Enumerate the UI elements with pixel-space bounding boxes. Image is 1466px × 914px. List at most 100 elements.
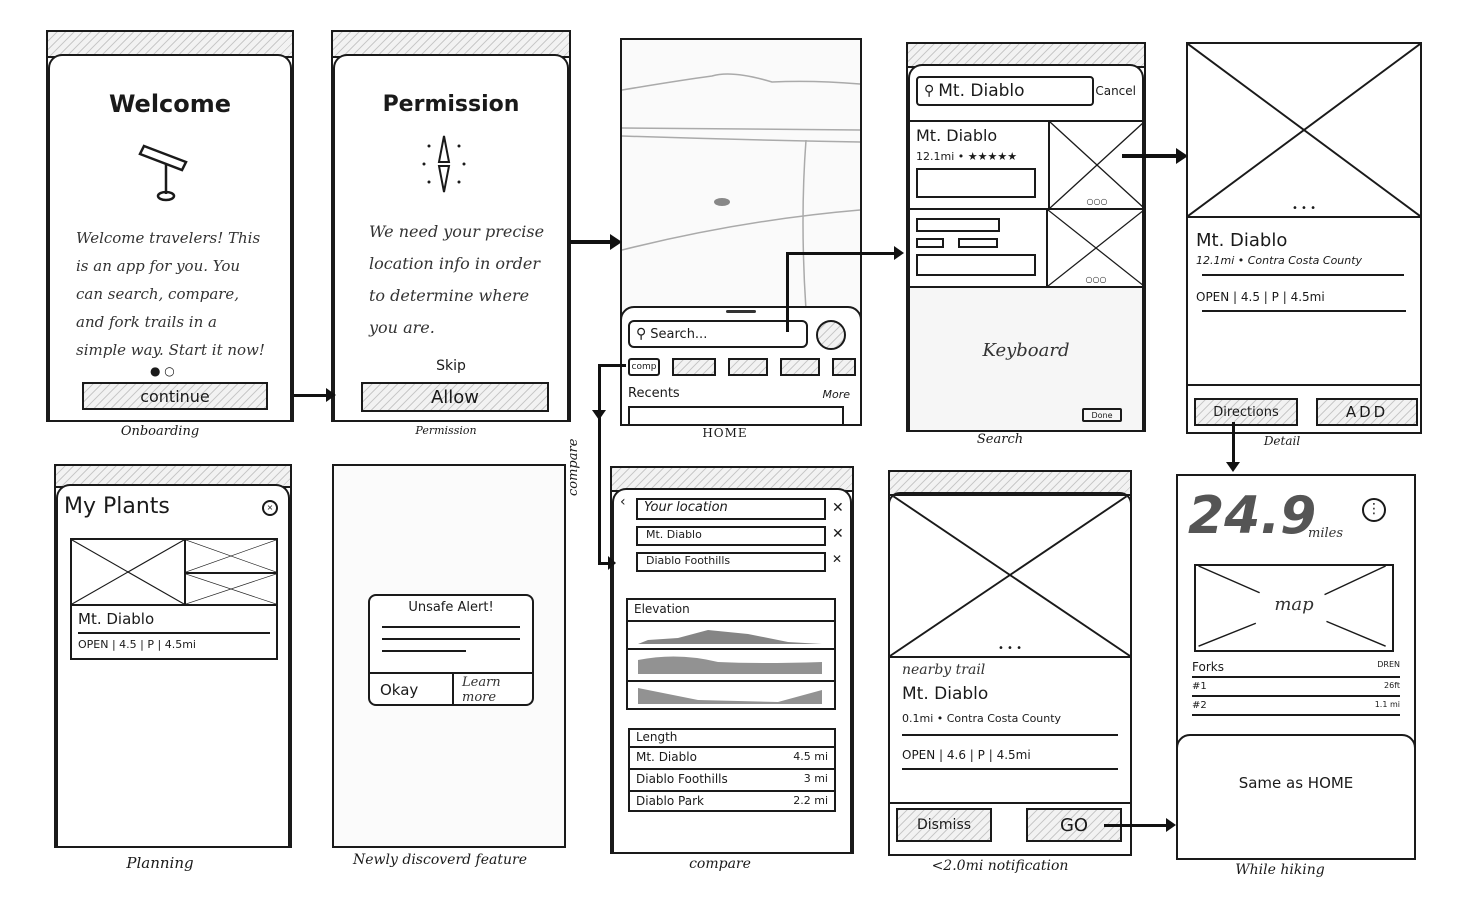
- plan-card[interactable]: Mt. Diablo OPEN | 4.5 | P | 4.5mi: [70, 538, 278, 660]
- arrow-head: [608, 556, 616, 570]
- fork-value: 1.1 mi: [1374, 700, 1400, 709]
- remove-icon[interactable]: ✕: [832, 552, 842, 566]
- alert-line: [382, 638, 520, 640]
- map-placeholder[interactable]: map: [1194, 564, 1394, 652]
- divider: [1202, 274, 1404, 276]
- more-options-icon[interactable]: ⋮: [1362, 498, 1386, 522]
- search-result-1[interactable]: Mt. Diablo 12.1mi • ★★★★★: [910, 120, 1050, 208]
- learn-more-button[interactable]: Learn more: [456, 674, 532, 706]
- length-row: Diablo Foothills 3 mi: [630, 768, 834, 788]
- screen-permission: Permission We need your precise location…: [331, 30, 571, 422]
- continue-button[interactable]: continue: [82, 382, 268, 410]
- chip-compare[interactable]: comp: [628, 358, 660, 376]
- hero-image-placeholder: • • •: [888, 492, 1132, 658]
- divider: [1186, 384, 1422, 386]
- search-placeholder: Search...: [650, 326, 708, 342]
- trail-length: 4.5 mi: [793, 750, 828, 763]
- caption-detail: Detail: [1263, 434, 1301, 448]
- hero-image-placeholder: • • •: [1186, 42, 1422, 218]
- sheet: Welcome Welcome travelers! This is an ap…: [48, 54, 292, 420]
- trail-name: Mt. Diablo: [1196, 230, 1288, 251]
- divider: [628, 648, 834, 650]
- flow-arrow: [570, 240, 612, 244]
- caption-permission: Permission: [415, 424, 477, 437]
- arrow-head: [610, 234, 622, 250]
- back-icon[interactable]: ‹: [620, 494, 626, 510]
- flow-arrow: [598, 364, 601, 564]
- arrow-head: [894, 246, 904, 260]
- alert-line: [382, 626, 520, 628]
- allow-button[interactable]: Allow: [361, 382, 549, 412]
- result-meta: 12.1mi • ★★★★★: [916, 150, 1018, 163]
- add-button[interactable]: ADD: [1316, 398, 1418, 426]
- flow-arrow: [1122, 154, 1178, 158]
- screen-hiking: 24.9 miles ⋮ map Forks DREN #1 26ft #2 1…: [1176, 474, 1416, 860]
- directions-button[interactable]: Directions: [1194, 398, 1298, 426]
- caption-onboarding: Onboarding: [120, 424, 200, 439]
- length-row: Mt. Diablo 4.5 mi: [630, 746, 834, 766]
- placeholder-line: [958, 238, 998, 248]
- chip[interactable]: [672, 358, 716, 376]
- card-stats: OPEN | 4.5 | P | 4.5mi: [78, 638, 196, 651]
- alert-title: Unsafe Alert!: [408, 600, 494, 615]
- result-image-placeholder: ○○○: [1048, 120, 1146, 210]
- location-input[interactable]: Your location: [636, 498, 826, 520]
- bottom-sheet: ⚲ Search... comp Recents More: [620, 306, 862, 426]
- carousel-dots: • • •: [1291, 203, 1317, 214]
- elevation-profile: [638, 688, 822, 704]
- arrow-head: [326, 388, 336, 402]
- arrow-head: [1166, 818, 1176, 832]
- recents-label: Recents: [628, 386, 680, 401]
- remove-icon[interactable]: ✕: [832, 500, 844, 516]
- image-placeholder: [184, 572, 278, 606]
- more-link[interactable]: More: [822, 388, 850, 401]
- permission-body: We need your precise location info in or…: [369, 222, 545, 337]
- caption-planning: Planning: [126, 854, 194, 872]
- drag-handle[interactable]: [726, 310, 756, 313]
- fork-row[interactable]: #2 1.1 mi: [1192, 697, 1400, 716]
- distance-unit: miles: [1308, 526, 1344, 541]
- telescope-icon: [138, 144, 188, 202]
- dismiss-button[interactable]: Dismiss: [896, 808, 992, 842]
- sheet: Permission We need your precise location…: [333, 54, 569, 420]
- sheet: ⚲ Mt. Diablo Cancel Mt. Diablo 12.1mi • …: [908, 64, 1146, 430]
- keyboard-label: Keyboard: [982, 340, 1070, 361]
- notification-label: nearby trail: [902, 662, 986, 678]
- location-input[interactable]: Mt. Diablo: [636, 526, 826, 546]
- location-input[interactable]: Diablo Foothills: [636, 552, 826, 572]
- keyboard-area[interactable]: Keyboard Done: [910, 288, 1142, 430]
- avatar[interactable]: [816, 320, 846, 350]
- search-input[interactable]: ⚲ Search...: [628, 320, 808, 348]
- divider: [628, 620, 834, 622]
- skip-link[interactable]: Skip: [335, 358, 567, 374]
- screen-home: ⚲ Search... comp Recents More: [620, 38, 862, 426]
- fork-row[interactable]: #1 26ft: [1192, 678, 1400, 697]
- flow-arrow: [786, 252, 896, 255]
- search-input[interactable]: ⚲ Mt. Diablo: [916, 76, 1094, 106]
- result-description: [916, 168, 1036, 198]
- bottom-sheet[interactable]: Same as HOME: [1176, 734, 1416, 860]
- chip[interactable]: [728, 358, 768, 376]
- card-name: Mt. Diablo: [78, 610, 155, 628]
- onboarding-body: Welcome travelers! This is an app for yo…: [76, 229, 265, 359]
- alert-line: [382, 650, 466, 652]
- cancel-button[interactable]: Cancel: [1095, 84, 1136, 98]
- screen-onboarding: Welcome Welcome travelers! This is an ap…: [46, 30, 294, 422]
- remove-icon[interactable]: ✕: [832, 526, 844, 542]
- recent-item[interactable]: [628, 406, 844, 426]
- carousel-dots: • • •: [997, 643, 1023, 654]
- result-name: Mt. Diablo: [916, 126, 998, 145]
- close-icon[interactable]: ×: [262, 500, 278, 516]
- okay-button[interactable]: Okay: [370, 674, 454, 706]
- chip[interactable]: [832, 358, 856, 376]
- location-marker-icon: [714, 198, 730, 206]
- forks-header: Forks: [1192, 660, 1224, 674]
- image-placeholder: [184, 538, 278, 574]
- placeholder-line: [916, 218, 1000, 232]
- placeholder-line: [916, 238, 944, 248]
- trail-name: Mt. Diablo: [636, 750, 697, 764]
- screen-search: ⚲ Mt. Diablo Cancel Mt. Diablo 12.1mi • …: [906, 42, 1146, 432]
- chip[interactable]: [780, 358, 820, 376]
- search-result-2[interactable]: [910, 210, 1050, 286]
- done-button[interactable]: Done: [1082, 408, 1122, 422]
